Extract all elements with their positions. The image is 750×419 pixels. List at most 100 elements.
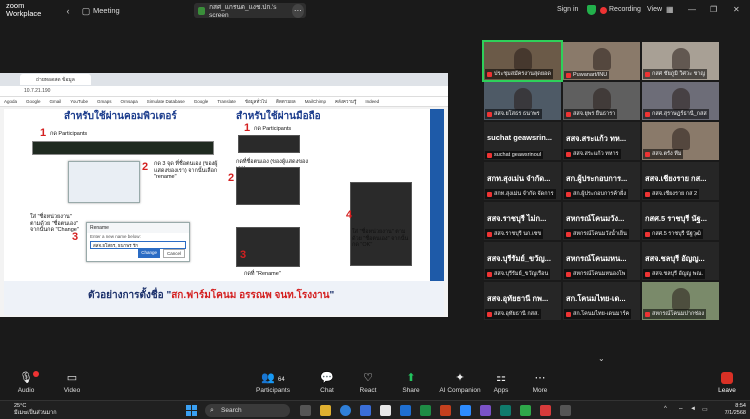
participant-tile[interactable]: สสจ.สระแก้ว ทห... สสจ.สระแก้ว ทหาร bbox=[563, 122, 640, 160]
start-icon[interactable] bbox=[186, 405, 197, 416]
bookmark-item[interactable]: YouTube bbox=[70, 99, 88, 104]
participant-tile[interactable]: Puwanart/INU bbox=[563, 42, 640, 80]
participant-tile[interactable]: กสศ.สุราษฎร์ธานี_กสส bbox=[642, 82, 719, 120]
step-1-right-text: กด Participants bbox=[254, 126, 292, 132]
bookmark-item[interactable]: Ornsapa bbox=[121, 99, 138, 104]
participant-tile[interactable]: สสจ.ยุพร ยืนธารา bbox=[563, 82, 640, 120]
participant-tile[interactable]: สสจ.อุทัยธานี กพ... สสจ.อุทัยธานี กสส. bbox=[484, 282, 561, 320]
muted-mic-icon bbox=[645, 191, 650, 197]
step-1-number: 1 bbox=[40, 127, 47, 139]
bookmark-item[interactable]: ข้อมูลทั่วไป bbox=[245, 98, 267, 105]
muted-mic-icon bbox=[566, 191, 571, 197]
participant-name-label: สสจ.บุรีรัมย์_ขวัญเรือน bbox=[485, 269, 551, 279]
participant-tile[interactable]: สสจ.บุรีรัมย์_ขวัญ... สสจ.บุรีรัมย์_ขวัญเ… bbox=[484, 242, 561, 280]
participant-tile[interactable]: สหกรณ์โคนมหน... สหกรณ์โคนมหนองโพ bbox=[563, 242, 640, 280]
chrome-icon[interactable] bbox=[380, 405, 391, 416]
muted-mic-icon bbox=[487, 311, 492, 317]
participant-tile[interactable]: สกท.สุงเม่น จำกัด... สกท.สุงเม่น จำกัด จั… bbox=[484, 162, 561, 200]
wifi-icon[interactable]: ⌔ bbox=[678, 406, 684, 414]
participant-video bbox=[672, 48, 690, 70]
participant-name-label: สก.โคนมไทย-เดนมาร์ค bbox=[564, 309, 632, 319]
step-1-right-number: 1 bbox=[244, 122, 251, 134]
battery-icon[interactable]: ▭ bbox=[702, 406, 708, 413]
browser-address-bar[interactable]: 10.7.21.190 bbox=[0, 86, 448, 97]
close-icon[interactable]: ✕ bbox=[733, 5, 740, 14]
participant-tile[interactable]: สก.ผู้ประกอบการ... สก.ผู้ประกอบการค้าฝั่ง bbox=[563, 162, 640, 200]
participant-video bbox=[672, 88, 690, 110]
store-icon[interactable] bbox=[360, 405, 371, 416]
more-options-icon[interactable]: ⋯ bbox=[291, 3, 305, 18]
more-button[interactable]: ⋯ More bbox=[515, 372, 565, 394]
participant-tile[interactable]: กสศ.5 ราชบุรี นัฐ... กสศ.5 ราชบุรี นัฐวุฒ… bbox=[642, 202, 719, 240]
bookmark-item[interactable]: Translate bbox=[217, 99, 236, 104]
bookmark-item[interactable]: Simulate Database bbox=[147, 99, 185, 104]
share-button[interactable]: ⬆ Share bbox=[386, 372, 436, 394]
edge-icon[interactable] bbox=[340, 405, 351, 416]
participant-tile[interactable]: suchat geawsrin... suchat geawsrinoul bbox=[484, 122, 561, 160]
clock[interactable]: 8:54 7/1/2568 bbox=[712, 403, 746, 417]
bookmark-item[interactable]: คลังความรู้ bbox=[335, 98, 356, 105]
bookmark-item[interactable]: ติดตามผล bbox=[276, 98, 296, 105]
back-icon[interactable]: ‹ bbox=[62, 5, 74, 17]
rename-dialog-title: Rename bbox=[87, 223, 189, 233]
participant-tile[interactable]: สสจ.ตรัง ทีม bbox=[642, 122, 719, 160]
screen-share-indicator[interactable]: กสศ_แกรนด_แงช.ปก.'s screen ⋯ bbox=[194, 3, 306, 19]
word-icon[interactable] bbox=[400, 405, 411, 416]
participant-tile[interactable]: สหกรณ์โคนมวัง... สหกรณ์โคนมวังน้ำเย็น bbox=[563, 202, 640, 240]
leave-button[interactable]: Leave bbox=[712, 372, 742, 394]
participant-tile[interactable]: สก.โคนมไทย-เด... สก.โคนมไทย-เดนมาร์ค bbox=[563, 282, 640, 320]
participant-display-name: สก.ผู้ประกอบการ... bbox=[566, 174, 628, 183]
participant-tile[interactable]: สสจ.ราชบุรี ไม่ก... สสจ.ราชบุรี นก.เชข bbox=[484, 202, 561, 240]
muted-mic-icon bbox=[487, 191, 492, 197]
participant-display-name: สก.โคนมไทย-เด... bbox=[566, 294, 626, 303]
participant-tile[interactable]: กสศ ชัยภูมิ วิศวะ ชาญ bbox=[642, 42, 719, 80]
view-menu[interactable]: View bbox=[647, 6, 662, 13]
video-button[interactable]: ▭ Video bbox=[47, 372, 97, 394]
bookmark-item[interactable]: Agoda bbox=[4, 99, 17, 104]
bookmark-item[interactable]: Google bbox=[194, 99, 209, 104]
participant-name-label: สก.ผู้ประกอบการค้าฝั่ง bbox=[564, 189, 629, 199]
chevron-down-icon[interactable]: ⌄ bbox=[598, 354, 605, 363]
file-explorer-icon[interactable] bbox=[320, 405, 331, 416]
app-icon[interactable] bbox=[500, 405, 511, 416]
powerpoint-icon[interactable] bbox=[440, 405, 451, 416]
excel-icon[interactable] bbox=[420, 405, 431, 416]
bookmark-item[interactable]: Indeed bbox=[365, 99, 379, 104]
pinned-app-icon[interactable] bbox=[560, 405, 571, 416]
step-3-right-number: 3 bbox=[240, 249, 247, 261]
bookmark-item[interactable]: Gmaps bbox=[97, 99, 112, 104]
participant-tile[interactable]: สสจ.ชลบุรี อัญญ... สสจ.ชลบุรี อัญญ พณ. bbox=[642, 242, 719, 280]
maximize-icon[interactable]: ❐ bbox=[710, 5, 717, 14]
tray-chevron-icon[interactable]: ^ bbox=[664, 406, 667, 412]
zoom-taskbar-icon[interactable] bbox=[460, 405, 471, 416]
minimize-icon[interactable]: — bbox=[688, 5, 696, 14]
volume-icon[interactable]: ◄ bbox=[690, 406, 696, 412]
bookmark-item[interactable]: Google bbox=[26, 99, 41, 104]
audio-button[interactable]: 🎙 Audio bbox=[1, 371, 51, 394]
participant-display-name: สสจ.ชลบุรี อัญญ... bbox=[645, 254, 705, 263]
teams-icon[interactable] bbox=[480, 405, 491, 416]
title-bar: zoom Workplace ‹ ▢ Meeting กสศ_แกรนด_แงช… bbox=[0, 0, 750, 22]
task-view-icon[interactable] bbox=[300, 405, 311, 416]
view-grid-icon[interactable]: ▦ bbox=[666, 5, 674, 14]
acrobat-icon[interactable] bbox=[540, 405, 551, 416]
weather-widget[interactable]: 25°C มีเมฆเป็นส่วนมาก bbox=[14, 403, 57, 417]
participant-tile[interactable]: ประชุมสมัครงานสุดยอด bbox=[482, 40, 563, 82]
naming-example-suffix: " bbox=[329, 290, 335, 301]
browser-tab-strip: ถ่ายทอดสด ข้อมูล bbox=[0, 73, 448, 86]
shield-icon[interactable] bbox=[587, 5, 596, 15]
taskbar-search[interactable]: ⌕ Search bbox=[205, 404, 290, 417]
recording-label[interactable]: Recording bbox=[609, 6, 641, 13]
browser-tab[interactable]: ถ่ายทอดสด ข้อมูล bbox=[20, 74, 91, 85]
participant-name-label: สสจ.เชียงราย กส 2 bbox=[643, 189, 700, 199]
participant-tile[interactable]: สหกรณ์โคนมปากช่อง bbox=[642, 282, 719, 320]
step-4-number: 4 bbox=[346, 209, 353, 221]
participant-display-name: กสศ.5 ราชบุรี นัฐ... bbox=[645, 214, 707, 223]
bookmark-item[interactable]: Gmail bbox=[50, 99, 62, 104]
line-icon[interactable] bbox=[520, 405, 531, 416]
sign-in-link[interactable]: Sign in bbox=[557, 6, 578, 13]
bookmark-item[interactable]: MailChimp bbox=[305, 99, 326, 104]
participant-tile[interactable]: สสจ.เชียงราย กส... สสจ.เชียงราย กส 2 bbox=[642, 162, 719, 200]
participants-button[interactable]: 👥 64 Participants bbox=[248, 372, 298, 394]
participant-tile[interactable]: สสจ.ยโสธร ธนาพร bbox=[484, 82, 561, 120]
